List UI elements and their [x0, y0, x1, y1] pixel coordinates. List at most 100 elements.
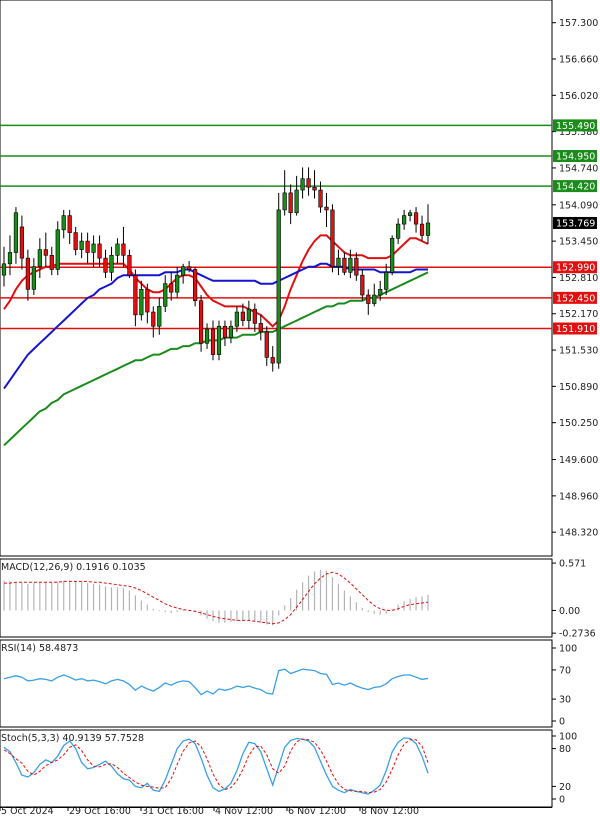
candle-down: [73, 232, 78, 250]
candle-up: [31, 266, 36, 290]
candle-up: [378, 289, 383, 296]
candle-down: [103, 257, 108, 273]
candle-up: [1, 263, 7, 276]
rsi-tick-label: 30: [559, 695, 571, 706]
stoch-label: Stoch(5,3,3) 40.9139 57.7528: [1, 733, 144, 744]
stoch-tick-label: 100: [559, 732, 577, 743]
candle-down: [192, 269, 198, 301]
candle-up: [181, 266, 186, 276]
candle-down: [97, 243, 102, 259]
candle-down: [187, 266, 192, 270]
price-tick-label: 152.810: [559, 273, 598, 284]
price-tick-label: 148.320: [559, 528, 598, 539]
macd-tick-label: 0.571: [559, 559, 586, 570]
candle-up: [204, 328, 210, 344]
candle-up: [79, 240, 84, 250]
level-tag-label: 155.490: [556, 121, 595, 132]
candle-down: [264, 331, 269, 358]
candle-down: [306, 178, 311, 188]
candle-up: [336, 257, 341, 267]
candle-up: [139, 289, 144, 316]
time-axis-label: 8 Nov 12:00: [361, 806, 419, 817]
candle-up: [91, 243, 96, 253]
time-axis-label: 31 Oct 16:00: [142, 806, 204, 817]
chart-svg: 157.300156.660156.020155.380154.740154.0…: [0, 0, 598, 817]
panel-frame-0: [0, 0, 553, 557]
candle-down: [133, 274, 138, 316]
time-axis-label: 5 Oct 2024: [1, 806, 54, 817]
candle-down: [85, 240, 90, 253]
candle-up: [216, 325, 222, 355]
time-axis-label: 4 Nov 12:00: [215, 806, 273, 817]
candle-down: [127, 255, 132, 276]
current-price-label: 153.769: [556, 218, 595, 229]
candle-down: [67, 215, 72, 233]
candle-up: [61, 215, 66, 231]
level-tag-label: 154.420: [556, 182, 595, 193]
candle-up: [163, 283, 168, 307]
candle-down: [318, 189, 323, 208]
candle-down: [43, 249, 48, 256]
candle-up: [384, 272, 389, 290]
rsi-tick-label: 100: [559, 644, 577, 655]
candle-up: [276, 209, 281, 364]
candle-down: [288, 192, 293, 214]
candle-up: [425, 222, 431, 236]
candle-up: [294, 189, 299, 214]
candle-down: [252, 308, 257, 324]
candle-down: [25, 257, 30, 290]
candle-down: [19, 226, 25, 259]
candle-up: [157, 306, 162, 327]
candle-down: [169, 283, 174, 293]
candle-down: [324, 206, 329, 211]
time-axis-label: 29 Oct 16:00: [69, 806, 131, 817]
level-tag-label: 152.450: [556, 293, 595, 304]
price-tick-label: 149.600: [559, 455, 598, 466]
candle-up: [37, 249, 42, 267]
candle-up: [396, 223, 401, 239]
candle-up: [348, 257, 353, 273]
level-tag-label: 154.950: [556, 152, 595, 163]
candle-up: [407, 212, 413, 216]
candle-down: [354, 257, 359, 276]
rsi-tick-label: 0: [559, 717, 565, 728]
time-axis-label: 6 Nov 12:00: [288, 806, 346, 817]
candle-down: [366, 294, 371, 304]
candle-down: [330, 209, 335, 267]
level-tag-label: 151.910: [556, 324, 595, 335]
candle-down: [49, 255, 54, 270]
stoch-tick-label: 80: [559, 744, 571, 755]
candle-up: [228, 325, 234, 338]
candle-up: [55, 229, 60, 270]
candle-down: [198, 300, 204, 344]
price-tick-label: 151.530: [559, 346, 598, 357]
stoch-tick-label: 0: [559, 795, 565, 806]
candle-up: [13, 212, 19, 253]
price-tick-label: 154.740: [559, 163, 598, 174]
candle-up: [402, 215, 407, 225]
macd-label: MACD(12,26,9) 0.1916 0.1035: [1, 562, 146, 573]
price-tick-label: 148.960: [559, 491, 598, 502]
candle-up: [372, 294, 377, 304]
candle-up: [390, 237, 395, 273]
candle-up: [234, 311, 240, 327]
rsi-tick-label: 70: [559, 665, 571, 676]
candle-up: [282, 192, 287, 211]
candle-up: [7, 252, 13, 265]
price-tick-label: 153.450: [559, 237, 598, 248]
rsi-label: RSI(14) 58.4873: [1, 643, 78, 654]
trading-chart: 157.300 156.660 156.020 155.380 154.740 154.0…: [0, 0, 600, 817]
candle-down: [360, 274, 365, 296]
candle-down: [312, 186, 317, 191]
candle-down: [145, 289, 150, 313]
candle-down: [240, 311, 245, 321]
candle-up: [175, 274, 180, 293]
macd-tick-label: 0.00: [559, 606, 580, 617]
price-tick-label: 150.890: [559, 382, 598, 393]
price-tick-label: 154.090: [559, 200, 598, 211]
candle-up: [300, 178, 305, 191]
price-tick-label: 157.300: [559, 18, 598, 29]
candle-down: [222, 325, 228, 338]
candle-down: [121, 243, 126, 256]
macd-tick-label: -0.2736: [559, 629, 596, 640]
